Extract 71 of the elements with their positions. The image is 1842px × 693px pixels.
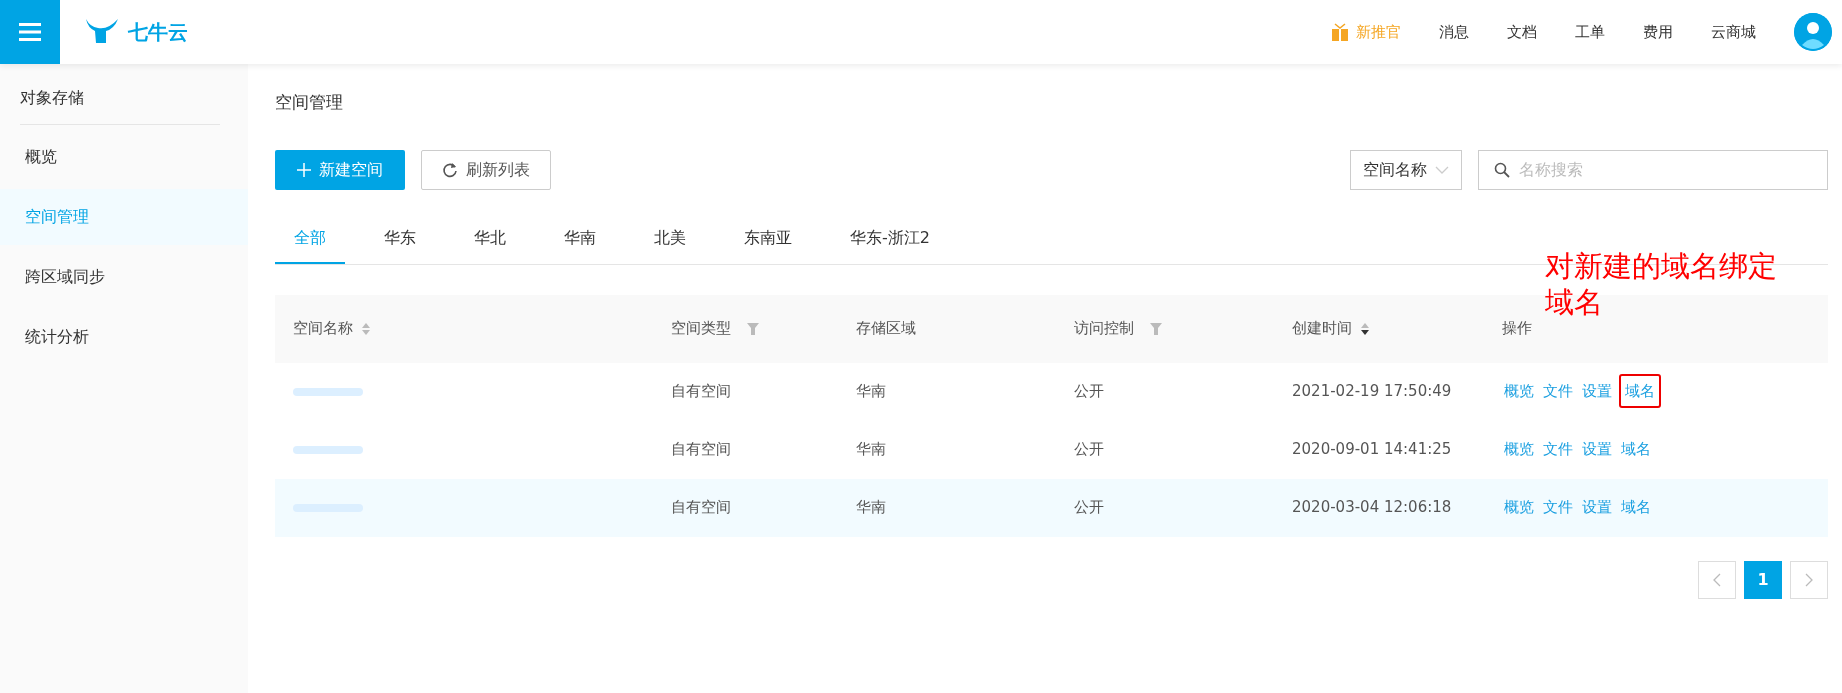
filter-icon[interactable]: [747, 322, 759, 335]
action-link[interactable]: 设置: [1580, 438, 1614, 461]
region-tab[interactable]: 华东-浙江2: [831, 217, 949, 264]
table-cell: 华南: [856, 498, 886, 517]
menu-icon: [19, 23, 41, 41]
region-tab[interactable]: 北美: [635, 217, 705, 264]
header-link[interactable]: 工单: [1575, 20, 1605, 44]
table-cell: 2021-02-19 17:50:49: [1292, 382, 1452, 401]
action-link[interactable]: 域名: [1619, 374, 1661, 409]
prev-page-button[interactable]: [1698, 560, 1736, 599]
gift-icon: [1332, 23, 1348, 41]
action-link[interactable]: 文件: [1541, 496, 1575, 519]
sidebar-title: 对象存储: [20, 64, 220, 125]
table-cell: 自有空间: [671, 440, 731, 459]
action-link[interactable]: 概览: [1502, 380, 1536, 403]
table-cell: 公开: [1074, 498, 1104, 517]
avatar-icon[interactable]: [1794, 13, 1832, 51]
page-button[interactable]: 1: [1744, 560, 1782, 599]
page-title: 空间管理: [275, 91, 344, 114]
sidebar-item[interactable]: 跨区域同步: [0, 249, 248, 305]
table-cell: 华南: [856, 440, 886, 459]
refresh-icon: [442, 161, 458, 178]
sort-icon[interactable]: [1360, 321, 1370, 336]
search-type-dropdown[interactable]: 空间名称: [1350, 149, 1462, 190]
sidebar-item[interactable]: 概览: [0, 129, 248, 185]
promo-link[interactable]: 新推官: [1356, 20, 1401, 44]
annotation-text: 对新建的域名绑定域名: [1545, 248, 1778, 321]
menu-button[interactable]: [0, 0, 60, 64]
chevron-down-icon: [1435, 165, 1449, 174]
filter-icon[interactable]: [1150, 322, 1162, 335]
action-link[interactable]: 设置: [1580, 496, 1614, 519]
action-link[interactable]: 域名: [1619, 438, 1653, 461]
chevron-right-icon: [1805, 572, 1813, 587]
column-header: 操作: [1502, 319, 1532, 338]
region-tab[interactable]: 全部: [275, 217, 345, 264]
column-header: 访问控制: [1074, 319, 1134, 338]
search-icon: [1494, 161, 1510, 178]
region-tab[interactable]: 华南: [545, 217, 615, 264]
table-cell: 自有空间: [671, 382, 731, 401]
column-header: 存储区域: [856, 319, 916, 338]
table-cell: 2020-09-01 14:41:25: [1292, 440, 1452, 459]
column-header: 空间类型: [671, 319, 731, 338]
action-link[interactable]: 概览: [1502, 438, 1536, 461]
search-field[interactable]: 名称搜索: [1478, 149, 1828, 190]
next-page-button[interactable]: [1790, 560, 1828, 599]
chevron-left-icon: [1713, 572, 1721, 587]
table-cell: 公开: [1074, 440, 1104, 459]
plus-icon: [297, 162, 311, 177]
create-button[interactable]: 新建空间: [275, 149, 405, 190]
logo-text: 七牛云: [128, 19, 188, 46]
column-header: 空间名称: [293, 319, 353, 338]
sidebar-item[interactable]: 统计分析: [0, 309, 248, 365]
header-link[interactable]: 云商城: [1711, 20, 1756, 44]
refresh-button[interactable]: 刷新列表: [421, 149, 551, 190]
table-cell: 华南: [856, 382, 886, 401]
column-header: 创建时间: [1292, 319, 1352, 338]
region-tab[interactable]: 华北: [455, 217, 525, 264]
region-tab[interactable]: 华东: [365, 217, 435, 264]
action-link[interactable]: 概览: [1502, 496, 1536, 519]
sidebar-item[interactable]: 空间管理: [0, 189, 248, 245]
header-link[interactable]: 消息: [1439, 20, 1469, 44]
table-cell: 公开: [1074, 382, 1104, 401]
table-cell: 自有空间: [671, 498, 731, 517]
region-tab[interactable]: 东南亚: [725, 217, 811, 264]
header-link[interactable]: 费用: [1643, 20, 1673, 44]
header-link[interactable]: 文档: [1507, 20, 1537, 44]
action-link[interactable]: 文件: [1541, 380, 1575, 403]
action-link[interactable]: 文件: [1541, 438, 1575, 461]
action-link[interactable]: 域名: [1619, 496, 1653, 519]
action-link[interactable]: 设置: [1580, 380, 1614, 403]
table-cell: 2020-03-04 12:06:18: [1292, 498, 1452, 517]
